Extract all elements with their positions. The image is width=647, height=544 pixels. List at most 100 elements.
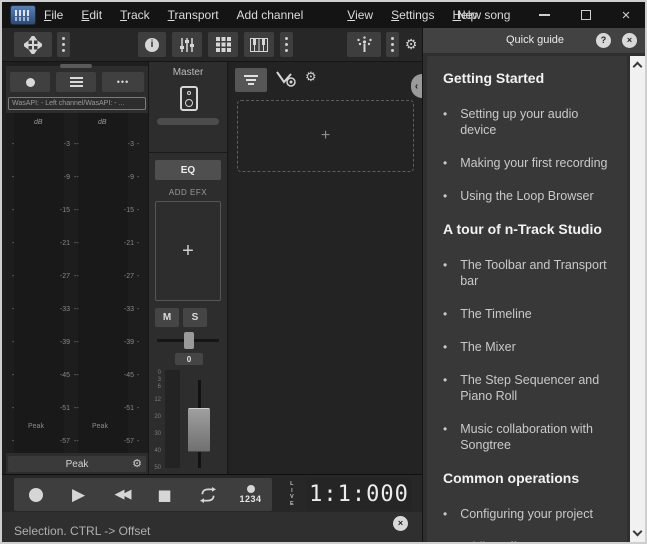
toolbar-settings-button[interactable]: ⚙: [402, 32, 420, 57]
transport-buttons: ▶ ◀◀ ■ 1234: [14, 478, 272, 511]
meter-unit-label: dB: [34, 119, 43, 126]
app-logo-icon[interactable]: [10, 5, 36, 25]
guide-section-heading: Getting Started: [443, 70, 613, 86]
automation-button[interactable]: [275, 70, 297, 93]
speaker-icon[interactable]: [180, 86, 198, 111]
pan-value-button[interactable]: 0: [175, 353, 203, 365]
meter-scale-row: --27---27-: [6, 273, 148, 282]
pan-slider-handle[interactable]: [184, 332, 194, 349]
guide-link[interactable]: •The Step Sequencer and Piano Roll: [443, 372, 613, 404]
close-button[interactable]: ×: [611, 2, 641, 28]
volume-fader-handle[interactable]: [188, 408, 210, 452]
bullet-icon: •: [443, 539, 447, 542]
peak-reset-button[interactable]: Peak ⚙: [8, 456, 146, 472]
quick-guide-content: Getting Started •Setting up your audio d…: [427, 56, 627, 542]
scroll-down-icon[interactable]: [633, 527, 643, 537]
record-arm-button[interactable]: [10, 72, 50, 92]
vu-meter-area: dB dB --3---3- --9---9- --15---15- --21-…: [6, 113, 148, 453]
maximize-button[interactable]: [571, 2, 601, 28]
guide-help-button[interactable]: ?: [596, 33, 611, 48]
bullet-icon: •: [443, 306, 447, 322]
guide-link[interactable]: •Adding effects: [443, 539, 613, 542]
track-filter-button[interactable]: [235, 68, 267, 92]
info-button[interactable]: i: [138, 32, 166, 57]
record-button[interactable]: [14, 478, 57, 511]
eq-button[interactable]: EQ: [155, 160, 221, 180]
metronome-button[interactable]: 1234: [229, 478, 272, 511]
step-sequencer-button[interactable]: [208, 32, 238, 57]
info-icon: i: [145, 38, 159, 52]
timeline-settings-button[interactable]: ⚙: [305, 70, 317, 85]
minimize-icon: [539, 14, 550, 16]
meter-scale-row: --33---33-: [6, 306, 148, 315]
audio-device-field[interactable]: WasAPI: - Left channel/WasAPI: - ...: [8, 97, 146, 110]
bullet-icon: •: [443, 188, 447, 204]
status-close-button[interactable]: ×: [393, 516, 408, 531]
panel-collapse-button[interactable]: ‹: [411, 74, 422, 98]
kebab-menu-icon: [62, 37, 65, 52]
scroll-up-icon[interactable]: [633, 62, 643, 72]
peak-readout-right: Peak: [92, 423, 108, 430]
track-drop-zone[interactable]: +: [237, 100, 414, 172]
time-display[interactable]: 1:1:000: [306, 478, 412, 511]
maximize-icon: [581, 10, 591, 20]
menu-transport[interactable]: Transport: [168, 8, 219, 22]
meter-scale-row: --9---9-: [6, 174, 148, 183]
guide-link[interactable]: •Making your first recording: [443, 155, 613, 171]
toolbar-overflow-right-button[interactable]: [386, 32, 399, 57]
menu-track[interactable]: Track: [120, 8, 150, 22]
gear-icon: ⚙: [305, 70, 317, 85]
meter-options-button[interactable]: [56, 72, 96, 92]
minimize-button[interactable]: [529, 2, 559, 28]
gear-icon: ⚙: [405, 37, 418, 53]
meter-more-button[interactable]: •••: [102, 72, 144, 92]
loop-icon: [198, 487, 218, 503]
play-button[interactable]: ▶: [57, 478, 100, 511]
guide-link[interactable]: •Using the Loop Browser: [443, 188, 613, 204]
metronome-icon: 1234: [239, 485, 261, 504]
main-toolbar: i: [2, 28, 422, 62]
close-icon: ×: [622, 8, 631, 23]
menu-file[interactable]: File: [44, 8, 63, 22]
quick-guide-header: Quick guide ? ×: [423, 28, 647, 53]
guide-link[interactable]: •The Timeline: [443, 306, 613, 322]
filter-icon: [244, 75, 258, 85]
mixer-button[interactable]: [172, 32, 202, 57]
toolbar-overflow-left-button[interactable]: [57, 32, 70, 57]
gear-icon[interactable]: ⚙: [132, 457, 142, 470]
loop-button[interactable]: [186, 478, 229, 511]
meter-scale-row: --57---57-: [6, 438, 148, 447]
more-icon: •••: [117, 77, 129, 87]
guide-link[interactable]: •The Mixer: [443, 339, 613, 355]
menu-settings[interactable]: Settings: [391, 8, 434, 22]
plus-icon: +: [182, 240, 194, 263]
panel-grip[interactable]: [60, 64, 92, 68]
guide-close-button[interactable]: ×: [622, 33, 637, 48]
toolbar-overflow-center-button[interactable]: [280, 32, 293, 57]
menu-view[interactable]: View: [347, 8, 373, 22]
mute-button[interactable]: M: [155, 308, 179, 327]
vu-meter-left: [14, 113, 64, 453]
piano-roll-button[interactable]: [244, 32, 274, 57]
efx-drop-zone[interactable]: +: [155, 201, 221, 301]
guide-scrollbar[interactable]: [630, 56, 645, 542]
live-indicator[interactable]: L I V E: [290, 481, 294, 507]
guide-section-heading: A tour of n-Track Studio: [443, 221, 613, 237]
stop-button[interactable]: ■: [143, 478, 186, 511]
solo-button[interactable]: S: [183, 308, 207, 327]
guide-link[interactable]: •Setting up your audio device: [443, 106, 613, 138]
bullet-icon: •: [443, 421, 447, 453]
guide-link[interactable]: •Configuring your project: [443, 506, 613, 522]
kebab-menu-icon: [285, 37, 288, 52]
record-icon: [26, 78, 35, 87]
quick-guide-panel: Quick guide ? × Getting Started •Setting…: [422, 28, 647, 544]
tuner-button[interactable]: [347, 32, 381, 57]
guide-link[interactable]: •Music collaboration with Songtree: [443, 421, 613, 453]
input-meters-panel: ••• WasAPI: - Left channel/WasAPI: - ...…: [6, 66, 148, 474]
menu-add-channel[interactable]: Add channel: [237, 8, 304, 22]
rewind-button[interactable]: ◀◀: [100, 478, 143, 511]
guide-link[interactable]: •The Toolbar and Transport bar: [443, 257, 613, 289]
move-tool-button[interactable]: [14, 32, 52, 57]
meter-scale-row: --3---3-: [6, 141, 148, 150]
menu-edit[interactable]: Edit: [81, 8, 102, 22]
